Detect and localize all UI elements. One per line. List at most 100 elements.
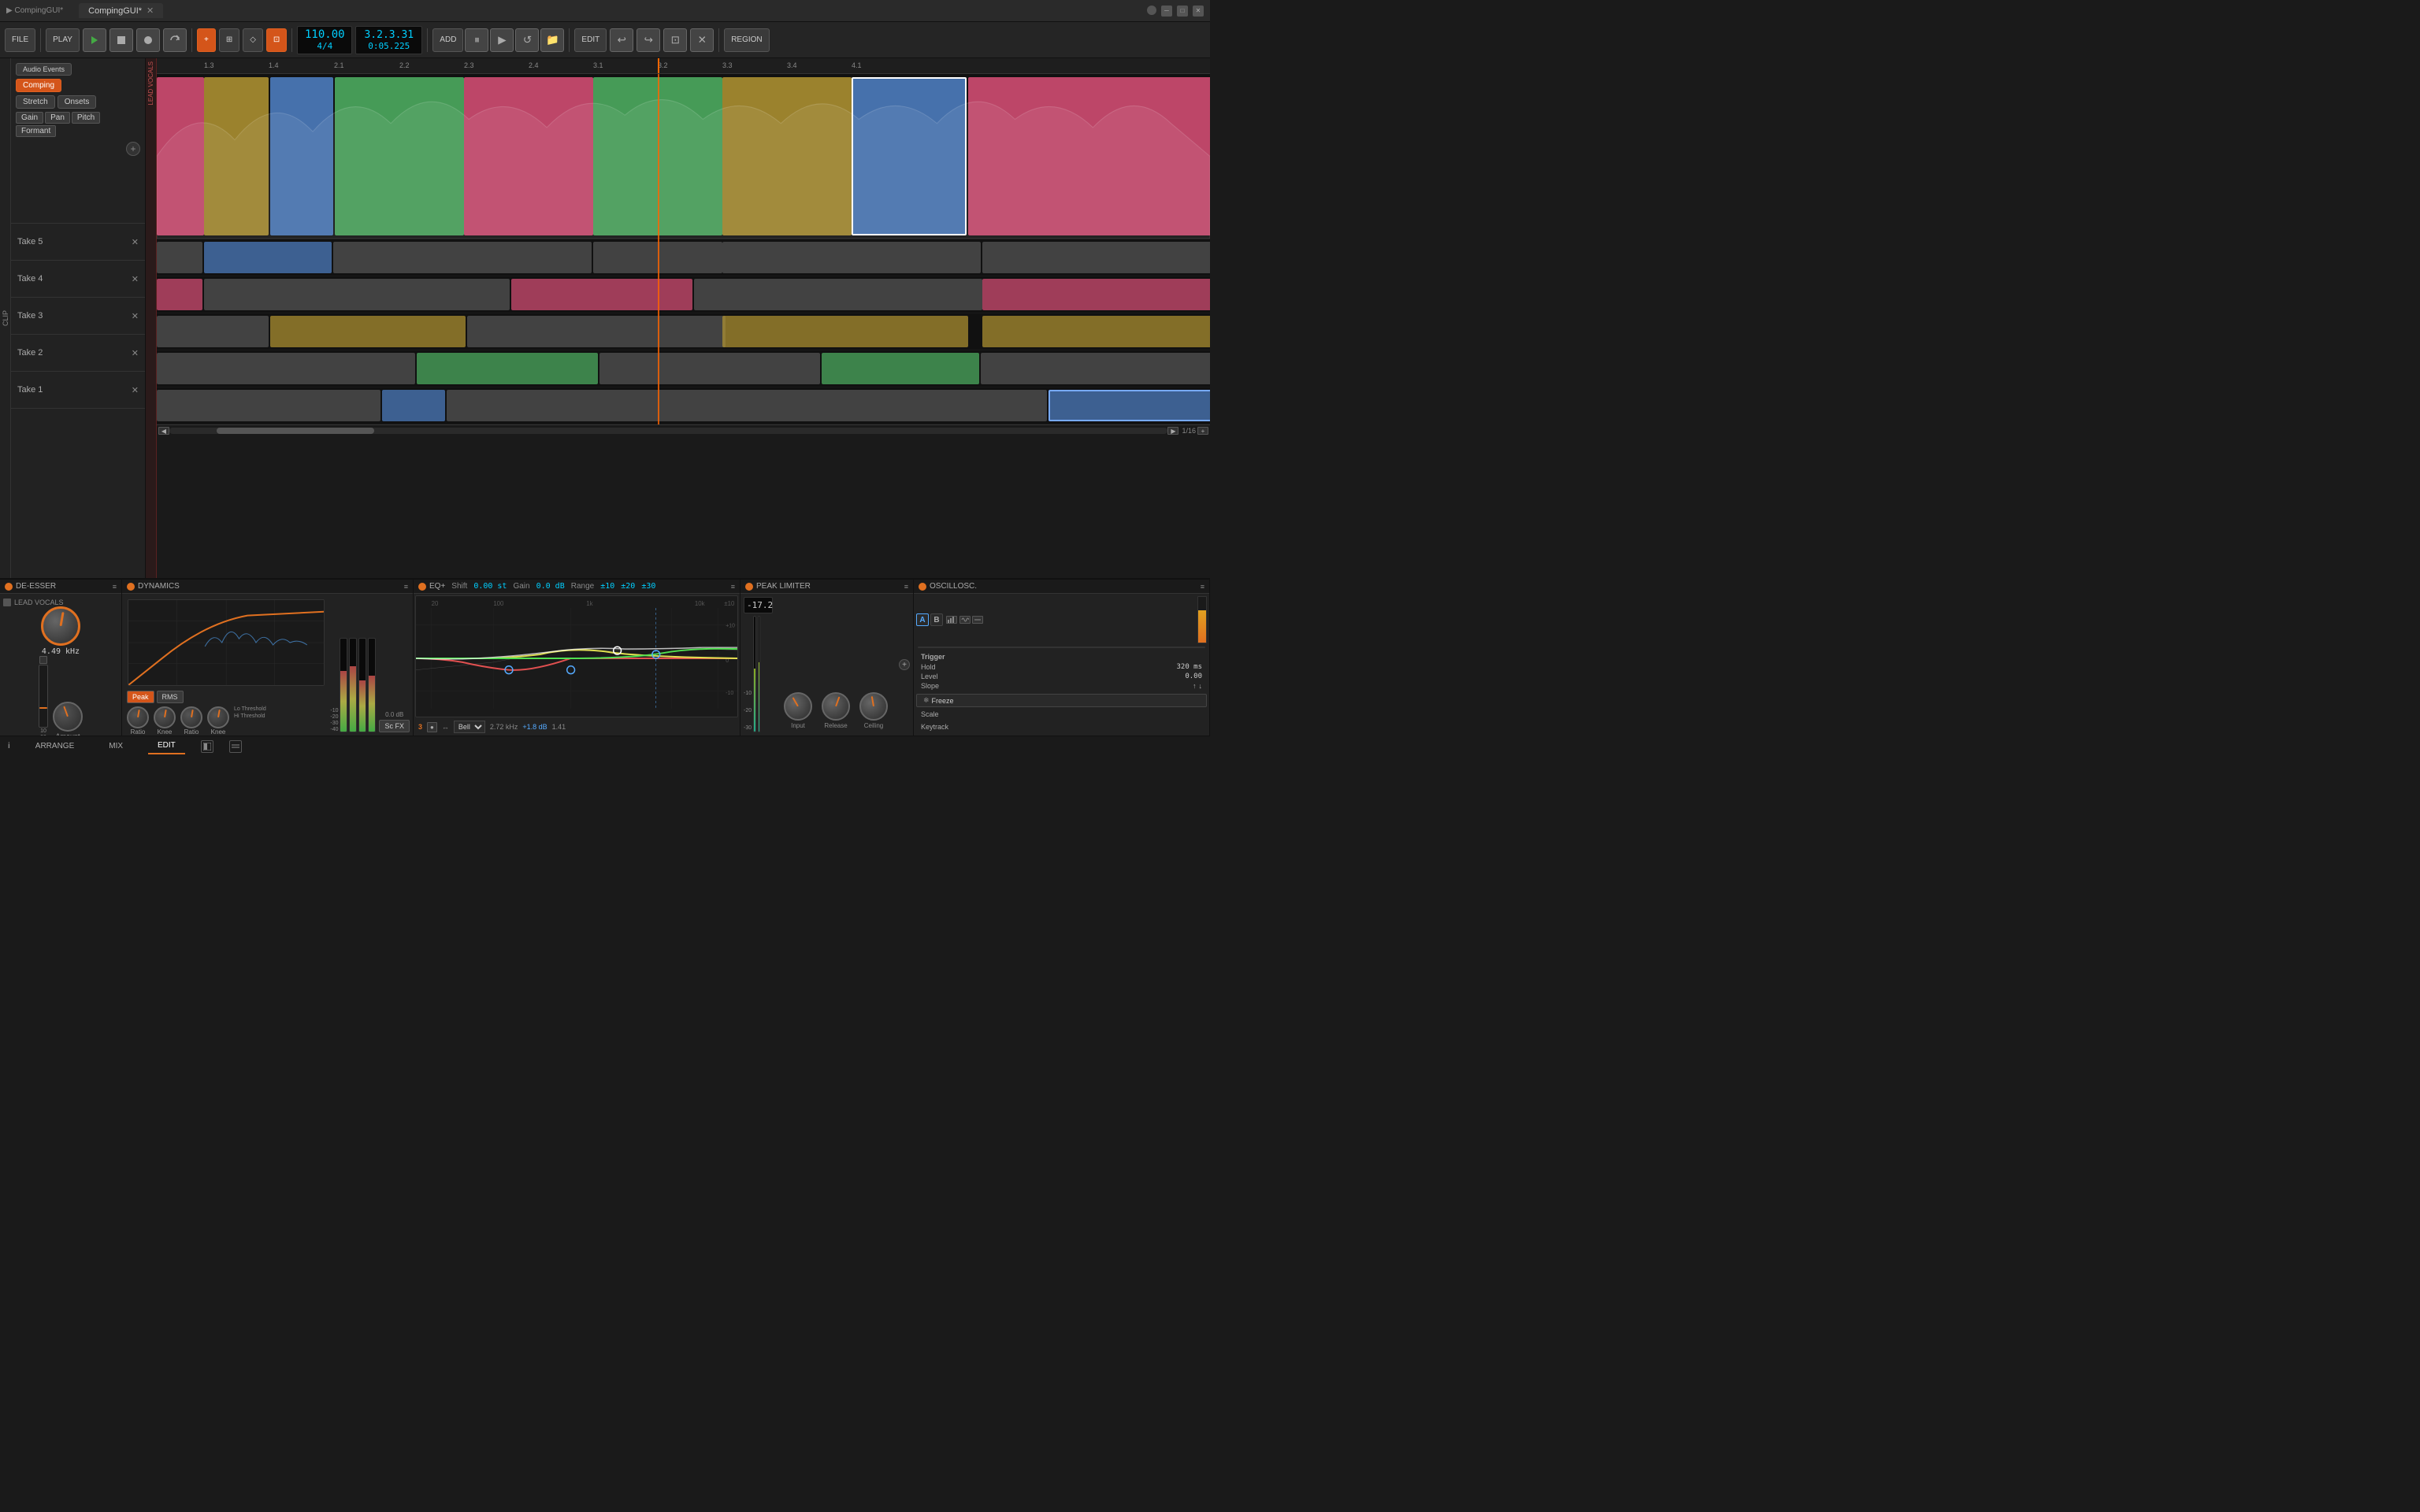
take5-track[interactable] bbox=[157, 239, 1210, 276]
zoom-in-btn[interactable]: + bbox=[1197, 427, 1208, 435]
take2-track[interactable] bbox=[157, 350, 1210, 387]
copy-btn[interactable]: ⊡ bbox=[663, 28, 687, 52]
de-esser-power-btn[interactable] bbox=[5, 583, 13, 591]
eq-power-btn[interactable] bbox=[418, 583, 426, 591]
take3-gold1[interactable] bbox=[270, 316, 466, 347]
eq-band-number[interactable]: 3 bbox=[418, 723, 422, 731]
osc-menu-btn[interactable]: ≡ bbox=[1201, 583, 1204, 591]
comp-clip-gold1[interactable] bbox=[204, 77, 269, 235]
de-esser-s1-knob[interactable] bbox=[39, 665, 48, 728]
undo-btn[interactable]: ↩ bbox=[610, 28, 633, 52]
slope-up-btn[interactable]: ↑ bbox=[1193, 682, 1197, 690]
peak-mode-btn[interactable]: Peak bbox=[127, 691, 154, 703]
play-btn[interactable] bbox=[83, 28, 106, 52]
comp-clip-pink2[interactable] bbox=[464, 77, 593, 235]
peak-limiter-menu-btn[interactable]: ≡ bbox=[904, 583, 908, 591]
region-btn[interactable]: REGION bbox=[724, 28, 769, 52]
dynamics-graph[interactable] bbox=[128, 599, 325, 686]
take1-close-btn[interactable]: ✕ bbox=[132, 385, 139, 395]
pan-btn[interactable]: Pan bbox=[45, 112, 70, 124]
stretch-btn[interactable]: Stretch bbox=[16, 95, 55, 109]
hscroll-track[interactable] bbox=[169, 428, 1167, 434]
take3-gold3[interactable] bbox=[982, 316, 1210, 347]
formant-btn[interactable]: Formant bbox=[16, 125, 56, 137]
take3-close-btn[interactable]: ✕ bbox=[132, 311, 139, 321]
add-btn[interactable]: ADD bbox=[432, 28, 463, 52]
audio-events-btn[interactable]: Audio Events bbox=[16, 63, 72, 76]
ratio2-knob[interactable] bbox=[180, 706, 202, 728]
loop-btn[interactable] bbox=[163, 28, 187, 52]
maximize-btn[interactable]: □ bbox=[1177, 6, 1188, 17]
peak-limiter-power-btn[interactable] bbox=[745, 583, 753, 591]
scroll-right-btn[interactable]: ▶ bbox=[1167, 427, 1178, 435]
transport-play[interactable]: ▶ bbox=[490, 28, 514, 52]
timeline-ruler[interactable]: 1.3 1.4 2.1 2.2 2.3 2.4 3.1 3.2 3.3 3.4 … bbox=[157, 58, 1210, 74]
eq-band-mute-btn[interactable]: ● bbox=[427, 722, 437, 732]
play-label-btn[interactable]: PLAY bbox=[46, 28, 80, 52]
edit-tab[interactable]: EDIT bbox=[148, 738, 185, 754]
rms-mode-btn[interactable]: RMS bbox=[157, 691, 184, 703]
take1-blue2[interactable] bbox=[1049, 390, 1210, 421]
knee2-knob[interactable] bbox=[207, 706, 229, 728]
transport-rewind[interactable]: ↺ bbox=[515, 28, 539, 52]
punch-btn[interactable]: ⊡ bbox=[266, 28, 287, 52]
dynamics-power-btn[interactable] bbox=[127, 583, 135, 591]
eq-graph[interactable]: 20 100 1k 10k ±10 +10 0 -10 bbox=[415, 595, 738, 717]
de-esser-menu-btn[interactable]: ≡ bbox=[113, 583, 117, 591]
peak-input-knob[interactable] bbox=[784, 692, 812, 721]
delete-btn[interactable]: ✕ bbox=[690, 28, 714, 52]
mix-tab[interactable]: MIX bbox=[99, 739, 132, 754]
take2-close-btn[interactable]: ✕ bbox=[132, 348, 139, 358]
take4-pink1[interactable] bbox=[157, 279, 202, 310]
knee1-knob[interactable] bbox=[154, 706, 176, 728]
dynamics-menu-btn[interactable]: ≡ bbox=[404, 583, 408, 591]
take4-pink2[interactable] bbox=[511, 279, 692, 310]
edit-btn[interactable]: EDIT bbox=[574, 28, 607, 52]
grid-btn[interactable]: ⊞ bbox=[219, 28, 239, 52]
redo-btn[interactable]: ↪ bbox=[637, 28, 660, 52]
transport-pause[interactable]: ⏸ bbox=[465, 28, 488, 52]
take1-blue1[interactable] bbox=[382, 390, 445, 421]
comp-clip-pink3[interactable] bbox=[968, 77, 1210, 235]
stop-btn[interactable] bbox=[109, 28, 133, 52]
slope-down-btn[interactable]: ↓ bbox=[1199, 682, 1203, 690]
take4-pink3[interactable] bbox=[982, 279, 1210, 310]
active-tab[interactable]: CompingGUI* ✕ bbox=[79, 3, 163, 18]
freeze-btn[interactable]: ❄ Freeze bbox=[916, 694, 1207, 707]
comp-clip-pink1[interactable] bbox=[157, 77, 204, 235]
gain-btn[interactable]: Gain bbox=[16, 112, 43, 124]
layout-icon-1[interactable] bbox=[201, 740, 213, 753]
hscroll-thumb[interactable] bbox=[217, 428, 374, 434]
add-track-btn[interactable]: + bbox=[197, 28, 216, 52]
pitch-btn[interactable]: Pitch bbox=[72, 112, 100, 124]
eq-band-type-select[interactable]: Bell bbox=[454, 721, 485, 733]
marker-btn[interactable]: ◇ bbox=[243, 28, 263, 52]
de-esser-freq-knob[interactable] bbox=[41, 606, 80, 646]
osc-power-btn[interactable] bbox=[919, 583, 926, 591]
file-btn[interactable]: FILE bbox=[5, 28, 35, 52]
take3-gold2[interactable] bbox=[722, 316, 968, 347]
close-btn[interactable]: ✕ bbox=[1193, 6, 1204, 17]
comp-track[interactable] bbox=[157, 74, 1210, 239]
add-take-btn[interactable]: + bbox=[126, 142, 140, 156]
minimize-btn[interactable]: ─ bbox=[1161, 6, 1172, 17]
scroll-left-btn[interactable]: ◀ bbox=[158, 427, 169, 435]
comp-clip-blue2[interactable] bbox=[852, 77, 967, 235]
osc-a-btn[interactable]: A bbox=[916, 613, 929, 626]
osc-b-btn[interactable]: B bbox=[930, 613, 943, 626]
close-tab-icon[interactable]: ✕ bbox=[147, 6, 154, 16]
onsets-btn[interactable]: Onsets bbox=[58, 95, 97, 109]
comp-clip-gold2[interactable] bbox=[722, 77, 852, 235]
comp-clip-green1[interactable] bbox=[335, 77, 464, 235]
take1-track[interactable] bbox=[157, 387, 1210, 424]
eq-menu-btn[interactable]: ≡ bbox=[731, 583, 735, 591]
take4-close-btn[interactable]: ✕ bbox=[132, 274, 139, 284]
take2-green2[interactable] bbox=[822, 353, 979, 384]
comping-btn[interactable]: Comping bbox=[16, 79, 61, 92]
arrange-tab[interactable]: ARRANGE bbox=[26, 739, 84, 754]
range-opt2[interactable]: ±30 bbox=[641, 582, 655, 591]
record-btn[interactable] bbox=[136, 28, 160, 52]
take3-track[interactable] bbox=[157, 313, 1210, 350]
peak-release-knob[interactable] bbox=[822, 692, 850, 721]
ratio1-knob[interactable] bbox=[127, 706, 149, 728]
